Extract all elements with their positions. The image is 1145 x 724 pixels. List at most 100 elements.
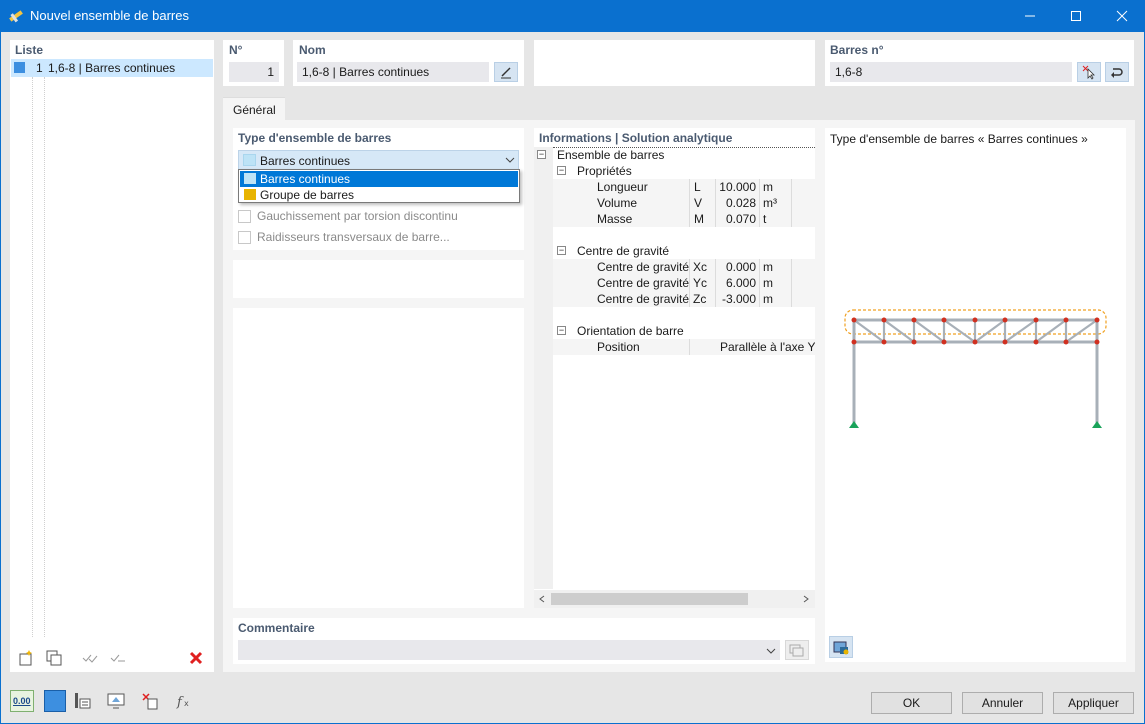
remove-button[interactable] bbox=[138, 690, 162, 712]
comment-library-button[interactable] bbox=[785, 640, 809, 660]
dropdown-option-continuous[interactable]: Barres continues bbox=[240, 171, 518, 187]
copy-item-button[interactable] bbox=[42, 647, 66, 669]
horizontal-scrollbar[interactable] bbox=[534, 590, 815, 608]
monitor-view-icon bbox=[107, 693, 125, 709]
edit-icon bbox=[501, 67, 511, 79]
member-info-button[interactable] bbox=[70, 690, 94, 712]
stiffeners-checkbox[interactable] bbox=[238, 231, 251, 244]
copy-icon bbox=[46, 650, 62, 666]
view-options-button[interactable] bbox=[829, 636, 853, 658]
info-header: Informations | Solution analytique bbox=[539, 131, 733, 145]
table-row-unit: m³ bbox=[763, 196, 777, 210]
table-row: Masse bbox=[597, 212, 633, 226]
table-row-value: 0.028 bbox=[725, 196, 756, 210]
new-item-button[interactable] bbox=[14, 647, 38, 669]
maximize-icon bbox=[1071, 11, 1081, 21]
type-selected-value: Barres continues bbox=[260, 154, 351, 168]
comment-panel: Commentaire bbox=[233, 618, 815, 664]
table-row-unit: m bbox=[763, 180, 773, 194]
close-icon bbox=[1116, 10, 1128, 22]
table-row: Position bbox=[597, 340, 640, 354]
cancel-button[interactable]: Annuler bbox=[962, 692, 1043, 714]
library-icon bbox=[789, 644, 804, 657]
function-icon: fx bbox=[176, 695, 189, 710]
units-badge: 0.00 bbox=[13, 696, 31, 706]
cursor-pick-icon bbox=[1082, 65, 1095, 80]
preview-title: Type d'ensemble de barres « Barres conti… bbox=[830, 132, 1088, 146]
svg-text:f: f bbox=[176, 695, 184, 710]
preview-panel: Type d'ensemble de barres « Barres conti… bbox=[825, 128, 1126, 662]
table-row-value: -3.000 bbox=[721, 292, 756, 306]
tab-general[interactable]: Général bbox=[223, 97, 285, 120]
return-arrow-icon bbox=[1111, 68, 1123, 78]
tree-guide bbox=[32, 77, 33, 637]
view-button[interactable] bbox=[104, 690, 128, 712]
table-row-symbol: L bbox=[694, 180, 701, 194]
group-label: Orientation de barre bbox=[577, 324, 684, 338]
scroll-right-icon[interactable] bbox=[802, 595, 810, 603]
comment-field[interactable] bbox=[238, 640, 780, 660]
number-field[interactable]: 1 bbox=[229, 62, 279, 82]
dropdown-option-label: Barres continues bbox=[260, 172, 351, 186]
warping-checkbox[interactable] bbox=[238, 210, 251, 223]
tree-gutter bbox=[534, 147, 553, 589]
table-row: Volume bbox=[597, 196, 638, 210]
edit-name-button[interactable] bbox=[494, 62, 518, 82]
apply-button[interactable]: Appliquer bbox=[1053, 692, 1134, 714]
type-select[interactable]: Barres continues bbox=[238, 150, 519, 170]
table-row-unit: m bbox=[763, 292, 773, 306]
maximize-button[interactable] bbox=[1053, 0, 1099, 32]
blank-panel bbox=[534, 40, 815, 86]
table-row-symbol: Yc bbox=[693, 276, 708, 290]
check-all-button[interactable] bbox=[78, 647, 102, 669]
chevron-down-icon[interactable] bbox=[766, 647, 776, 655]
empty-panel bbox=[233, 260, 524, 298]
table-row-unit: m bbox=[763, 260, 773, 274]
list-panel: Liste 1 1,6-8 | Barres continues bbox=[10, 40, 214, 672]
formula-button[interactable]: fx bbox=[172, 690, 196, 712]
member-info-icon bbox=[75, 693, 91, 709]
list-item[interactable]: 1 1,6-8 | Barres continues bbox=[11, 59, 213, 77]
table-row: Centre de gravité bbox=[597, 260, 690, 274]
close-window-button[interactable] bbox=[1099, 0, 1145, 32]
reverse-button[interactable] bbox=[1105, 62, 1129, 82]
ok-button[interactable]: OK bbox=[871, 692, 952, 714]
uncheck-button[interactable] bbox=[106, 647, 130, 669]
scrollbar-thumb[interactable] bbox=[551, 593, 748, 605]
collapse-icon[interactable]: − bbox=[557, 166, 566, 175]
scroll-left-icon[interactable] bbox=[538, 595, 546, 603]
units-button[interactable]: 0.00 bbox=[10, 690, 34, 712]
members-field[interactable]: 1,6-8 bbox=[830, 62, 1072, 82]
group-label: Centre de gravité bbox=[577, 244, 670, 258]
table-row-symbol: Zc bbox=[693, 292, 707, 306]
svg-text:x: x bbox=[184, 699, 189, 708]
type-swatch bbox=[243, 154, 256, 166]
collapse-icon[interactable]: − bbox=[557, 326, 566, 335]
list-item-number: 1 bbox=[36, 61, 43, 75]
app-icon bbox=[9, 10, 23, 23]
pick-members-button[interactable] bbox=[1077, 62, 1101, 82]
dropdown-option-group[interactable]: Groupe de barres bbox=[240, 187, 518, 203]
minimize-button[interactable] bbox=[1007, 0, 1053, 32]
uncheck-icon bbox=[110, 654, 125, 662]
name-panel: Nom 1,6-8 | Barres continues bbox=[293, 40, 524, 86]
table-row-value: 6.000 bbox=[725, 276, 756, 290]
table-row-symbol: M bbox=[694, 212, 704, 226]
comment-label: Commentaire bbox=[238, 621, 315, 635]
collapse-icon[interactable]: − bbox=[537, 150, 546, 159]
name-field[interactable]: 1,6-8 | Barres continues bbox=[297, 62, 489, 82]
check-all-icon bbox=[82, 654, 98, 663]
color-button[interactable] bbox=[44, 690, 66, 712]
type-dropdown-list: Barres continues Groupe de barres bbox=[238, 169, 520, 203]
table-row-value: Parallèle à l'axe Y d bbox=[720, 340, 815, 354]
remove-member-icon bbox=[142, 693, 158, 710]
table-row: Longueur bbox=[597, 180, 648, 194]
left-support bbox=[849, 421, 859, 428]
delete-icon bbox=[189, 651, 203, 665]
truss-diagram bbox=[844, 309, 1107, 428]
collapse-icon[interactable]: − bbox=[557, 246, 566, 255]
minimize-icon bbox=[1025, 15, 1035, 17]
list-item-color-swatch bbox=[14, 62, 25, 73]
chevron-down-icon bbox=[505, 157, 515, 163]
delete-button[interactable] bbox=[184, 647, 208, 669]
